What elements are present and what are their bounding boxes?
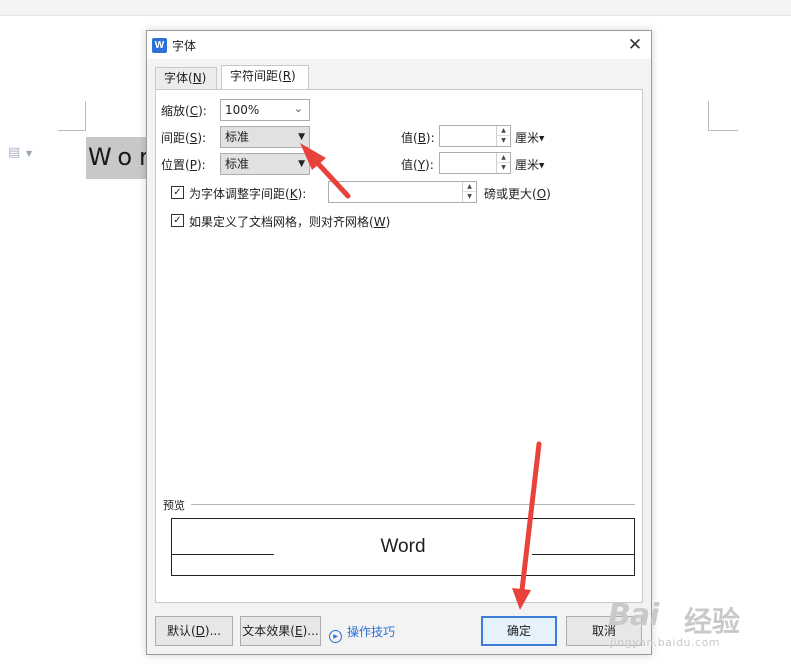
kerning-label: 为字体调整字间距(K): [189,187,307,201]
baidu-jingyan-watermark: Bai 经验 jingyan.baidu.com [608,598,788,664]
spacing-select[interactable]: 标准 ▼ [220,126,310,148]
document-icon[interactable]: ▤ ▼ [8,145,34,161]
watermark-cn-text: 经验 [684,605,741,638]
kerning-spinner[interactable]: ▲ ▼ [462,182,476,202]
preview-box: Word [171,518,635,576]
tips-label: 操作技巧 [347,625,396,639]
dialog-title: 字体 [172,39,197,53]
tab-spacing-close-paren: ) [291,69,296,83]
default-button[interactable]: 默认(D)... [155,616,233,646]
scale-label: 缩放(C): [161,104,207,118]
close-icon[interactable]: ✕ [625,35,645,55]
tips-link[interactable]: ▶ 操作技巧 [329,623,395,643]
position-by-spinner[interactable]: ▲ ▼ [496,153,510,173]
position-unit-select[interactable]: 厘米▼ [515,156,544,173]
font-dialog: W 字体 ✕ 字体(N) 字符间距(R) 缩放(C): 100% ⌄ 间距(S)… [146,30,652,655]
spacing-label: 间距(S): [161,131,207,145]
chevron-down-icon: ▼ [539,134,545,143]
kerning-points-input[interactable]: ▲ ▼ [328,181,477,203]
spin-up-icon[interactable]: ▲ [463,182,476,192]
spacing-by-input[interactable]: ▲ ▼ [439,125,511,147]
tab-spacing-label: 字符间距( [230,69,283,83]
snap-to-grid-checkbox[interactable]: ✓ [171,214,184,227]
baidu-logo: Bai [608,598,659,633]
position-by-label: 值(Y): [401,158,434,172]
page-margin-mark-left [58,101,86,131]
tab-font-close-paren: ) [201,71,207,85]
spin-down-icon[interactable]: ▼ [463,192,476,202]
tab-font-mnemonic: N [192,71,202,85]
chevron-down-icon: ⌄ [293,102,303,115]
page-margin-mark-right [708,101,738,131]
position-select[interactable]: 标准 ▼ [220,153,310,175]
spacing-value: 标准 [225,130,250,144]
spin-down-icon[interactable]: ▼ [497,163,510,173]
wps-writer-icon: W [152,38,167,53]
tab-font[interactable]: 字体(N) [155,67,217,89]
top-toolbar-strip [0,0,791,16]
chevron-down-icon: ▼ [539,161,545,170]
dropdown-arrow-icon: ▼ [298,159,305,169]
spacing-by-spinner[interactable]: ▲ ▼ [496,126,510,146]
ok-button[interactable]: 确定 [481,616,557,646]
dialog-titlebar[interactable]: W 字体 ✕ [147,31,651,59]
preview-label: 预览 [163,499,185,512]
position-value: 标准 [225,157,250,171]
tab-font-label: 字体( [164,71,193,85]
tab-spacing-mnemonic: R [282,69,292,83]
scale-select[interactable]: 100% ⌄ [220,99,310,121]
position-by-input[interactable]: ▲ ▼ [439,152,511,174]
scale-value: 100% [225,103,260,117]
snap-to-grid-label: 如果定义了文档网格，则对齐网格(W) [189,215,391,229]
spin-up-icon[interactable]: ▲ [497,153,510,163]
kerning-suffix-label: 磅或更大(O) [484,187,551,201]
play-icon: ▶ [329,630,342,643]
dropdown-arrow-icon: ▼ [298,132,305,142]
spin-down-icon[interactable]: ▼ [497,136,510,146]
selected-document-text[interactable]: Wor [86,137,148,179]
chevron-down-icon: ▼ [26,149,33,158]
preview-sample-text: Word [380,536,426,557]
spacing-unit-select[interactable]: 厘米▼ [515,129,544,146]
spin-up-icon[interactable]: ▲ [497,126,510,136]
position-label: 位置(P): [161,158,206,172]
text-effects-button[interactable]: 文本效果(E)... [240,616,321,646]
watermark-url: jingyan.baidu.com [610,636,721,649]
spacing-by-label: 值(B): [401,131,435,145]
preview-divider [191,504,635,505]
tab-character-spacing[interactable]: 字符间距(R) [221,65,309,89]
doc-page-glyph: ▤ [8,145,21,160]
kerning-checkbox[interactable]: ✓ [171,186,184,199]
